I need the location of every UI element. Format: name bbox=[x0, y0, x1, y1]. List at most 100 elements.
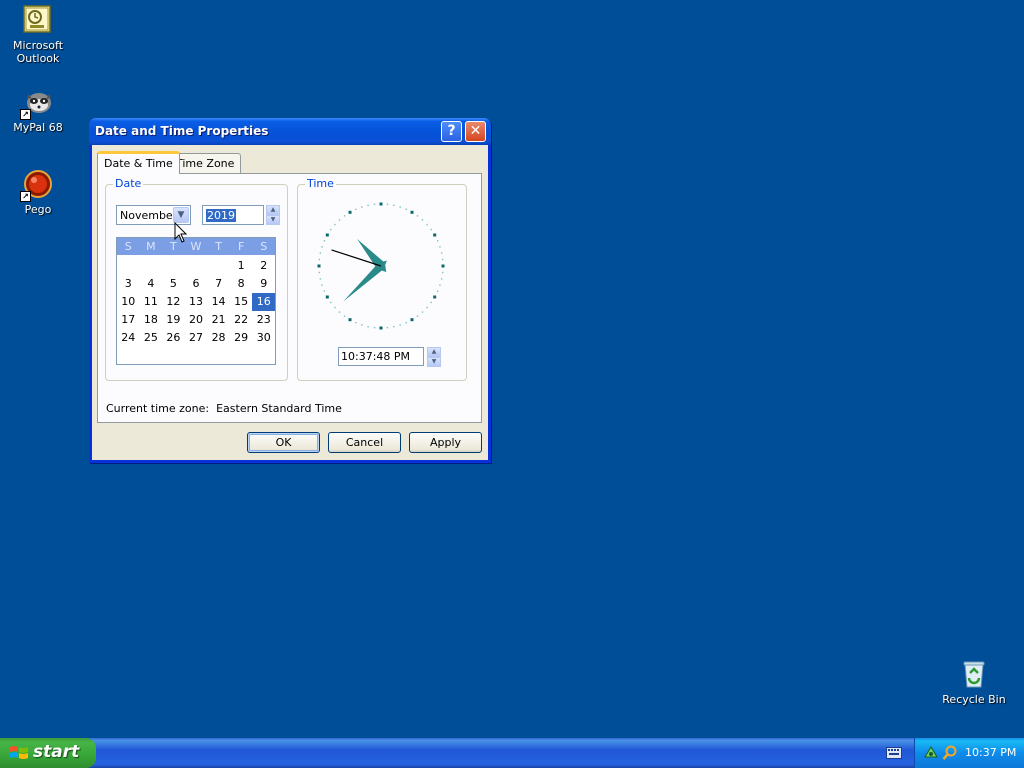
calendar-day[interactable]: 12 bbox=[162, 293, 185, 311]
calendar-day[interactable]: 29 bbox=[230, 329, 253, 347]
time-group-label: Time bbox=[305, 177, 336, 190]
close-button[interactable]: ✕ bbox=[465, 121, 486, 142]
desktop-icon-label: Pego bbox=[24, 203, 52, 216]
search-icon[interactable] bbox=[942, 745, 958, 761]
calendar-day[interactable]: 17 bbox=[117, 311, 140, 329]
calendar-day[interactable]: 23 bbox=[252, 311, 275, 329]
calendar-day[interactable]: 4 bbox=[140, 275, 163, 293]
calendar-days[interactable]: 1 2 3 4 5 6 7 8 9 10 11 12 13 14 15 16 17 18 19 20 21 22 23 24 2… bbox=[117, 257, 275, 347]
calendar-day[interactable]: 10 bbox=[117, 293, 140, 311]
clock-hour-mark bbox=[317, 264, 321, 268]
calendar-day[interactable]: 1 bbox=[230, 257, 253, 275]
clock-minute-mark bbox=[323, 290, 326, 292]
calendar-day[interactable]: 9 bbox=[252, 275, 275, 293]
calendar-day[interactable]: 2 bbox=[252, 257, 275, 275]
calendar-weekday-header: SMTWTFS bbox=[117, 238, 275, 255]
start-button[interactable]: start bbox=[0, 738, 96, 768]
calendar-day[interactable]: 30 bbox=[252, 329, 275, 347]
calendar-day[interactable]: 16 bbox=[252, 293, 275, 311]
calendar-day[interactable]: 15 bbox=[230, 293, 253, 311]
desktop-icon-label: Outlook bbox=[16, 52, 60, 65]
calendar-day[interactable]: 22 bbox=[230, 311, 253, 329]
clock-minute-mark bbox=[421, 219, 424, 221]
clock-minute-mark bbox=[416, 315, 419, 317]
apply-button[interactable]: Apply bbox=[409, 432, 482, 453]
calendar-day[interactable]: 6 bbox=[185, 275, 208, 293]
calendar-day[interactable]: 18 bbox=[140, 311, 163, 329]
weekday-header: W bbox=[190, 240, 202, 253]
clock-minute-hand bbox=[343, 260, 387, 302]
tab-panel-date-time: Date November ▼ 2019 ▲ ▼ SMTWTFS 1234567… bbox=[97, 173, 482, 423]
weekday-header: T bbox=[215, 240, 222, 253]
year-spinner[interactable]: ▲ ▼ bbox=[266, 205, 280, 225]
time-value: 10:37:48 PM bbox=[341, 350, 411, 363]
calendar-day[interactable]: 28 bbox=[207, 329, 230, 347]
calendar-day[interactable]: 5 bbox=[162, 275, 185, 293]
weekday-header: S bbox=[260, 240, 268, 253]
desktop-icon-recycle-bin[interactable]: Recycle Bin bbox=[936, 658, 1012, 706]
clock-minute-mark bbox=[399, 324, 401, 326]
calendar-day[interactable]: 11 bbox=[140, 293, 163, 311]
clock-minute-mark bbox=[426, 223, 428, 226]
clock-minute-mark bbox=[386, 203, 389, 206]
desktop-icon-mypal[interactable]: ↗ MyPal 68 bbox=[0, 86, 76, 134]
calendar-day[interactable]: 20 bbox=[185, 311, 208, 329]
calendar-day[interactable]: 27 bbox=[185, 329, 208, 347]
clock-minute-mark bbox=[318, 271, 321, 274]
pego-ball-icon: ↗ bbox=[20, 168, 54, 202]
calendar-day[interactable]: 19 bbox=[162, 311, 185, 329]
time-zone-value: Eastern Standard Time bbox=[216, 402, 342, 415]
cancel-button[interactable]: Cancel bbox=[328, 432, 401, 453]
ok-button[interactable]: OK bbox=[247, 432, 320, 453]
calendar-day[interactable]: 8 bbox=[230, 275, 253, 293]
weekday-header: M bbox=[146, 240, 156, 253]
clock-minute-mark bbox=[441, 271, 444, 274]
clock-minute-mark bbox=[393, 325, 395, 328]
outlook-icon bbox=[22, 4, 54, 36]
spin-down-icon[interactable]: ▼ bbox=[427, 357, 441, 367]
clock-minute-mark bbox=[367, 204, 369, 207]
clock-hour-mark bbox=[325, 233, 329, 237]
clock-minute-mark bbox=[330, 228, 332, 231]
mouse-cursor-icon bbox=[174, 222, 188, 243]
desktop-icon-outlook[interactable]: Microsoft Outlook bbox=[0, 4, 76, 65]
calendar-day[interactable]: 21 bbox=[207, 311, 230, 329]
time-field[interactable]: 10:37:48 PM bbox=[338, 347, 424, 366]
clock-minute-mark bbox=[361, 324, 363, 326]
tab-time-zone[interactable]: Time Zone bbox=[169, 153, 242, 173]
clock-hour-mark bbox=[433, 233, 437, 237]
calendar-day[interactable]: 13 bbox=[185, 293, 208, 311]
tab-date-time[interactable]: Date & Time bbox=[97, 151, 180, 174]
calendar-day[interactable]: 7 bbox=[207, 275, 230, 293]
calendar-day[interactable]: 24 bbox=[117, 329, 140, 347]
calendar-day[interactable]: 14 bbox=[207, 293, 230, 311]
time-zone-label: Current time zone: bbox=[106, 402, 210, 415]
time-spinner[interactable]: ▲ ▼ bbox=[427, 347, 441, 367]
window-titlebar[interactable]: Date and Time Properties ? ✕ bbox=[89, 118, 491, 145]
help-button[interactable]: ? bbox=[441, 121, 462, 142]
spin-up-icon[interactable]: ▲ bbox=[266, 205, 280, 215]
calendar-day[interactable]: 3 bbox=[117, 275, 140, 293]
month-value: November bbox=[120, 209, 178, 222]
taskbar-clock[interactable]: 10:37 PM bbox=[965, 746, 1016, 759]
network-icon[interactable] bbox=[923, 745, 939, 761]
clock-minute-mark bbox=[338, 219, 341, 221]
chevron-down-icon[interactable]: ▼ bbox=[173, 207, 189, 223]
taskbar: start 10:37 PM bbox=[0, 738, 1024, 768]
calendar-day[interactable]: 26 bbox=[162, 329, 185, 347]
clock-minute-mark bbox=[439, 284, 441, 286]
clock-minute-mark bbox=[343, 315, 346, 317]
desktop-icon-label: MyPal 68 bbox=[13, 121, 63, 134]
keyboard-icon[interactable] bbox=[886, 747, 902, 759]
clock-minute-mark bbox=[373, 203, 376, 206]
mypal-raccoon-icon: ↗ bbox=[20, 86, 54, 120]
year-field[interactable]: 2019 bbox=[202, 205, 264, 225]
date-time-properties-window: Date and Time Properties ? ✕ Date & Time… bbox=[89, 118, 491, 463]
year-value: 2019 bbox=[206, 209, 236, 222]
spin-down-icon[interactable]: ▼ bbox=[266, 215, 280, 225]
desktop-icon-pego[interactable]: ↗ Pego bbox=[0, 168, 76, 216]
calendar-day[interactable]: 25 bbox=[140, 329, 163, 347]
spin-up-icon[interactable]: ▲ bbox=[427, 347, 441, 357]
month-calendar[interactable]: SMTWTFS 1 2 3 4 5 6 7 8 9 10 11 12 13 14 15 16 17 18 19 20 2… bbox=[116, 237, 276, 365]
clock-minute-mark bbox=[436, 290, 439, 292]
